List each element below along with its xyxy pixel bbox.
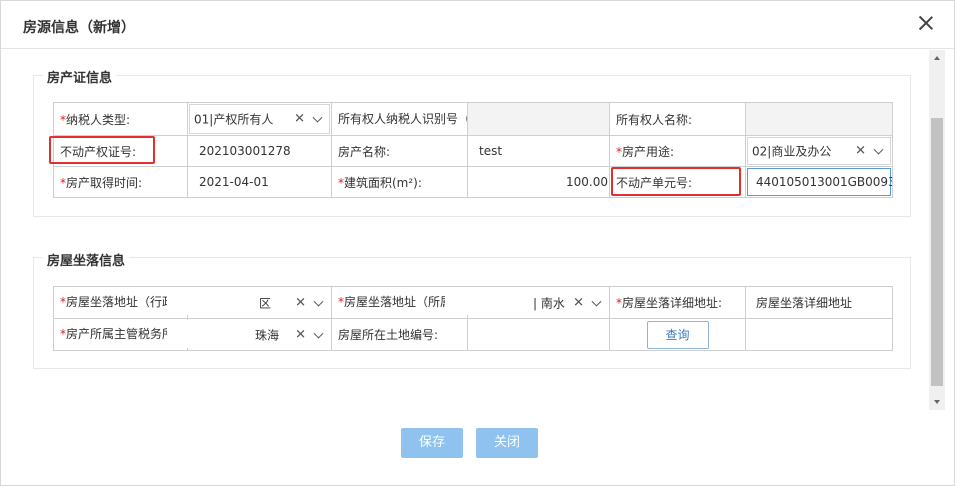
highlight-cert-no	[49, 136, 155, 164]
scroll-up-icon[interactable]	[929, 50, 945, 66]
usage-select[interactable]: 02|商业及办公 ✕	[745, 135, 893, 167]
empty-cell	[745, 318, 893, 351]
clear-icon[interactable]: ✕	[573, 295, 584, 310]
chevron-down-icon[interactable]	[313, 296, 324, 307]
clear-icon[interactable]: ✕	[295, 295, 306, 310]
chevron-down-icon[interactable]	[313, 328, 324, 339]
property-cert-legend: 房产证信息	[43, 67, 117, 86]
area-label: *建筑面积(m²):	[331, 166, 468, 198]
dialog-title: 房源信息（新增）	[23, 20, 135, 36]
query-button[interactable]: 查询	[646, 320, 709, 349]
chevron-down-icon[interactable]	[312, 112, 323, 123]
scroll-down-icon[interactable]	[929, 394, 945, 410]
redaction-mask	[167, 287, 247, 315]
owner-name-field	[745, 102, 893, 136]
usage-label: *房产用途:	[609, 135, 746, 167]
chevron-down-icon[interactable]	[873, 144, 884, 155]
clear-icon[interactable]: ✕	[295, 327, 306, 342]
vertical-scrollbar[interactable]	[929, 50, 945, 410]
redaction-mask	[445, 287, 527, 315]
scroll-thumb[interactable]	[931, 118, 943, 386]
unit-no-input[interactable]: 440105013001GB00931F	[745, 166, 893, 198]
save-button[interactable]: 保存	[401, 428, 463, 458]
land-no-field[interactable]	[467, 318, 610, 351]
property-cert-table: *纳税人类型: 01|产权所有人 ✕ 所有权人纳税人识别号（统一社会信用代码）:…	[53, 102, 893, 198]
owner-taxid-field	[467, 102, 610, 136]
location-legend: 房屋坐落信息	[43, 250, 130, 269]
land-no-label: 房屋所在土地编号:	[331, 318, 468, 351]
chevron-down-icon[interactable]	[591, 296, 602, 307]
owner-name-label: 所有权人名称:	[609, 102, 746, 136]
close-button[interactable]: 关闭	[476, 428, 538, 458]
taxpayer-type-select[interactable]: 01|产权所有人 ✕	[187, 102, 332, 136]
acquire-time-field[interactable]: 2021-04-01	[187, 166, 332, 198]
query-cell: 查询	[609, 318, 746, 351]
area-field[interactable]: 100.00	[467, 166, 610, 198]
highlight-unit-no	[611, 167, 741, 196]
acquire-time-label: *房产取得时间:	[53, 166, 188, 198]
dialog: 房源信息（新增） 房产证信息 *纳税人类型: 01|产权所有人 ✕ 所有权人纳税…	[0, 0, 955, 486]
detail-address-field[interactable]: 房屋坐落详细地址	[745, 286, 893, 319]
taxpayer-type-label: *纳税人类型:	[53, 102, 188, 136]
close-icon[interactable]	[916, 13, 936, 33]
detail-address-label: *房屋坐落详细地址:	[609, 286, 746, 319]
dialog-title-bar: 房源信息（新增）	[1, 1, 954, 49]
property-name-field[interactable]: test	[467, 135, 610, 167]
cert-no-field[interactable]: 202103001278	[187, 135, 332, 167]
redaction-mask	[167, 320, 251, 348]
dialog-content: 房产证信息 *纳税人类型: 01|产权所有人 ✕ 所有权人纳税人识别号（统一社会…	[1, 50, 929, 410]
owner-taxid-label: 所有权人纳税人识别号（统一社会信用代码）:	[331, 102, 468, 136]
clear-icon[interactable]: ✕	[294, 112, 305, 127]
property-name-label: 房产名称:	[331, 135, 468, 167]
clear-icon[interactable]: ✕	[855, 144, 866, 159]
